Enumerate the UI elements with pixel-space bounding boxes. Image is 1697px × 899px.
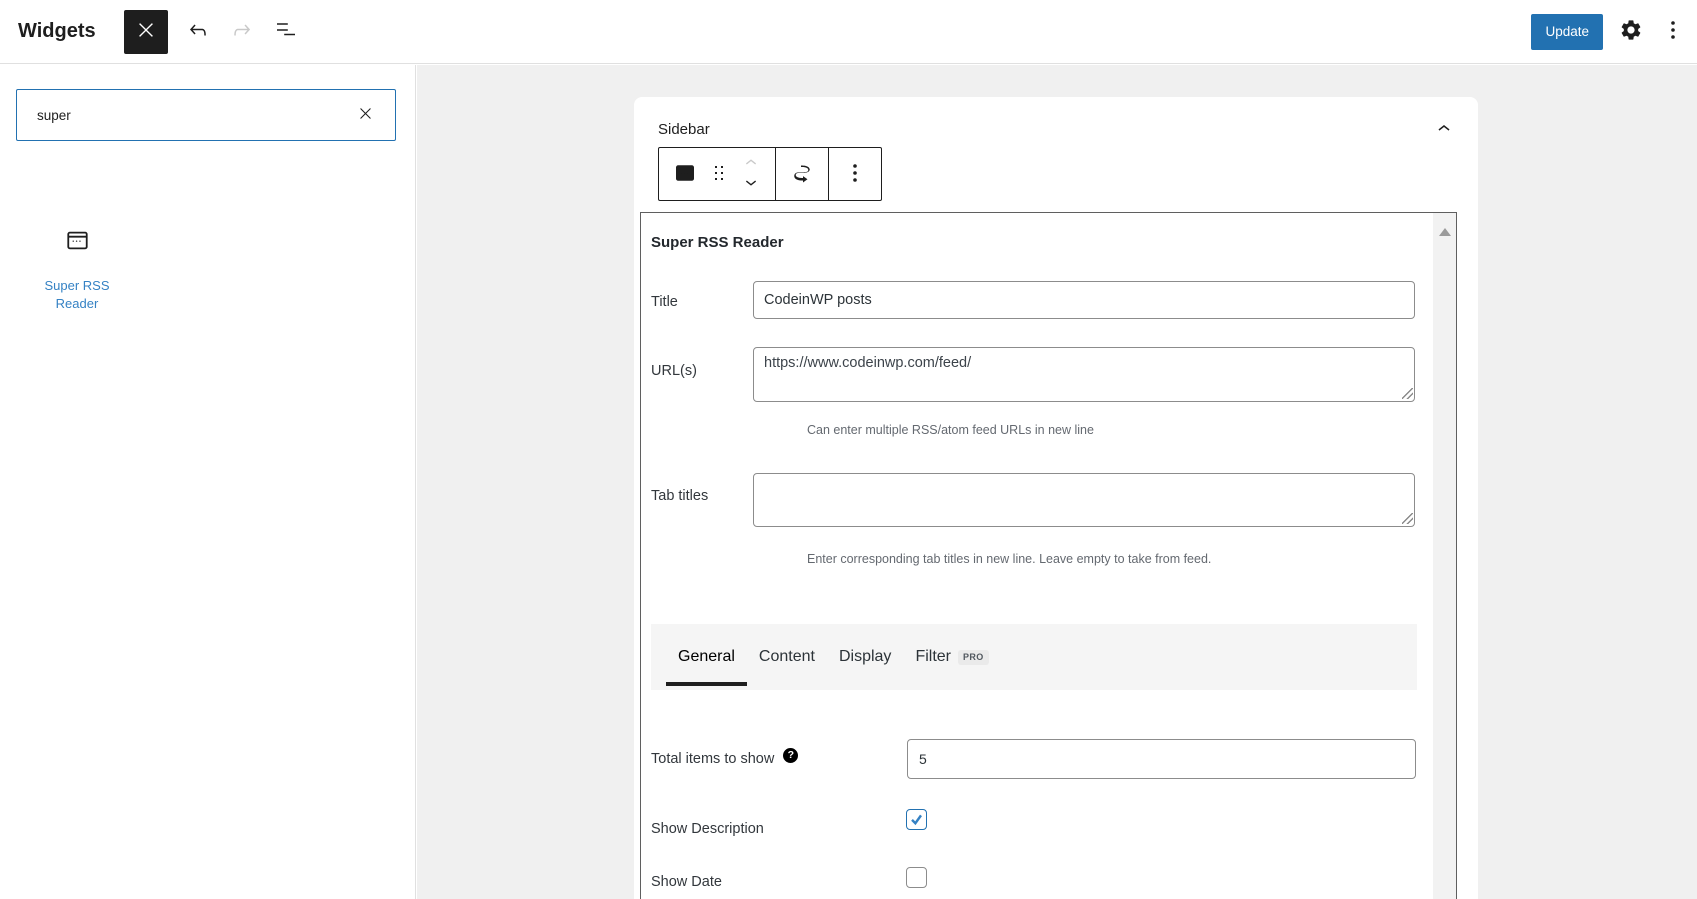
top-bar-left: Widgets: [0, 9, 312, 54]
tab-titles-field-label: Tab titles: [651, 488, 709, 504]
tab-titles-field-textarea[interactable]: [753, 473, 1415, 527]
scroll-up-arrow-icon[interactable]: [1438, 228, 1451, 236]
collapse-panel-button[interactable]: [1432, 117, 1456, 141]
tab-content[interactable]: Content: [747, 624, 827, 690]
move-to-icon: [790, 161, 814, 188]
settings-button[interactable]: [1613, 14, 1649, 50]
list-view-button[interactable]: [268, 14, 304, 50]
widget-search-box: [16, 89, 396, 141]
toolbar-group-block: [659, 148, 775, 200]
inserter-item-label: Super RSS Reader: [44, 278, 110, 311]
kebab-icon: [1661, 18, 1685, 45]
show-date-label: Show Date: [651, 874, 722, 890]
tab-titles-field-help: Enter corresponding tab titles in new li…: [807, 552, 1212, 566]
update-button[interactable]: Update: [1531, 13, 1603, 50]
total-items-input[interactable]: [907, 739, 1416, 779]
kebab-icon: [843, 161, 867, 188]
options-menu-button[interactable]: [1659, 14, 1687, 50]
drag-handle-icon: [707, 161, 731, 188]
undo-button[interactable]: [180, 14, 216, 50]
settings-tabs: General Content Display Filter PRO: [651, 624, 1417, 690]
tab-content-label: Content: [758, 648, 815, 665]
undo-icon: [186, 18, 210, 45]
show-description-label: Show Description: [651, 821, 764, 837]
search-input[interactable]: [17, 107, 353, 123]
tab-general-label: General: [678, 648, 735, 665]
widget-area-header: Sidebar: [634, 97, 1478, 147]
block-options-button[interactable]: [836, 150, 874, 198]
block-toolbar: [658, 147, 882, 201]
tab-general[interactable]: General: [666, 624, 747, 690]
tab-filter[interactable]: Filter PRO: [903, 624, 1000, 690]
gear-icon: [1619, 18, 1643, 45]
move-down-button[interactable]: [740, 174, 762, 193]
check-icon: [911, 814, 922, 826]
tab-display[interactable]: Display: [827, 624, 903, 690]
urls-field-help: Can enter multiple RSS/atom feed URLs in…: [807, 423, 1094, 437]
form-scrollbar[interactable]: [1433, 213, 1456, 899]
widgets-editor-screen: Widgets Update super Super RSS Reader Si…: [0, 0, 1697, 899]
urls-field-textarea[interactable]: https://www.codeinwp.com/feed/: [753, 347, 1415, 402]
toolbar-group-move: [775, 148, 828, 200]
urls-field-label: URL(s): [651, 363, 697, 379]
widget-area-title: Sidebar: [658, 120, 710, 138]
widget-form-title: Super RSS Reader: [651, 234, 784, 251]
drag-handle[interactable]: [704, 150, 734, 198]
editor-canvas: Sidebar Super RSS Reader Title CodeinWP …: [417, 65, 1697, 899]
top-bar: Widgets Update: [0, 0, 1697, 64]
inserter-item-super-rss-reader[interactable]: Super RSS Reader: [16, 227, 138, 313]
total-items-label: Total items to show?: [651, 747, 799, 768]
toolbar-group-options: [828, 148, 881, 200]
show-date-checkbox[interactable]: [906, 867, 927, 888]
widget-inserter-panel: Super RSS Reader: [0, 65, 416, 899]
list-view-icon: [274, 18, 298, 45]
help-icon[interactable]: ?: [783, 747, 799, 763]
redo-icon: [230, 18, 254, 45]
rss-widget-icon: [64, 227, 91, 257]
title-field-input[interactable]: [753, 281, 1415, 319]
title-field-label: Title: [651, 294, 678, 310]
move-to-widget-area-button[interactable]: [783, 150, 821, 198]
close-inserter-button[interactable]: [123, 9, 168, 54]
show-description-checkbox[interactable]: [906, 809, 927, 830]
close-icon: [135, 19, 157, 44]
tab-display-label: Display: [838, 648, 892, 665]
clear-search-button[interactable]: [353, 103, 377, 127]
tab-filter-label: Filter: [915, 648, 951, 665]
widget-form: Super RSS Reader Title URL(s) https://ww…: [640, 212, 1457, 899]
page-title: Widgets: [18, 20, 96, 42]
chevron-up-icon: [1432, 117, 1456, 141]
total-items-label-text: Total items to show: [651, 751, 775, 767]
pro-badge: PRO: [958, 649, 989, 665]
chevron-down-icon: [740, 171, 762, 196]
top-bar-right: Update: [1531, 13, 1697, 50]
block-type-button[interactable]: [666, 150, 704, 198]
clear-icon: [357, 105, 374, 125]
block-mover: [734, 155, 768, 193]
widget-area-panel: Sidebar Super RSS Reader Title CodeinWP …: [634, 97, 1478, 899]
redo-button[interactable]: [224, 14, 260, 50]
legacy-widget-icon: [673, 161, 697, 188]
